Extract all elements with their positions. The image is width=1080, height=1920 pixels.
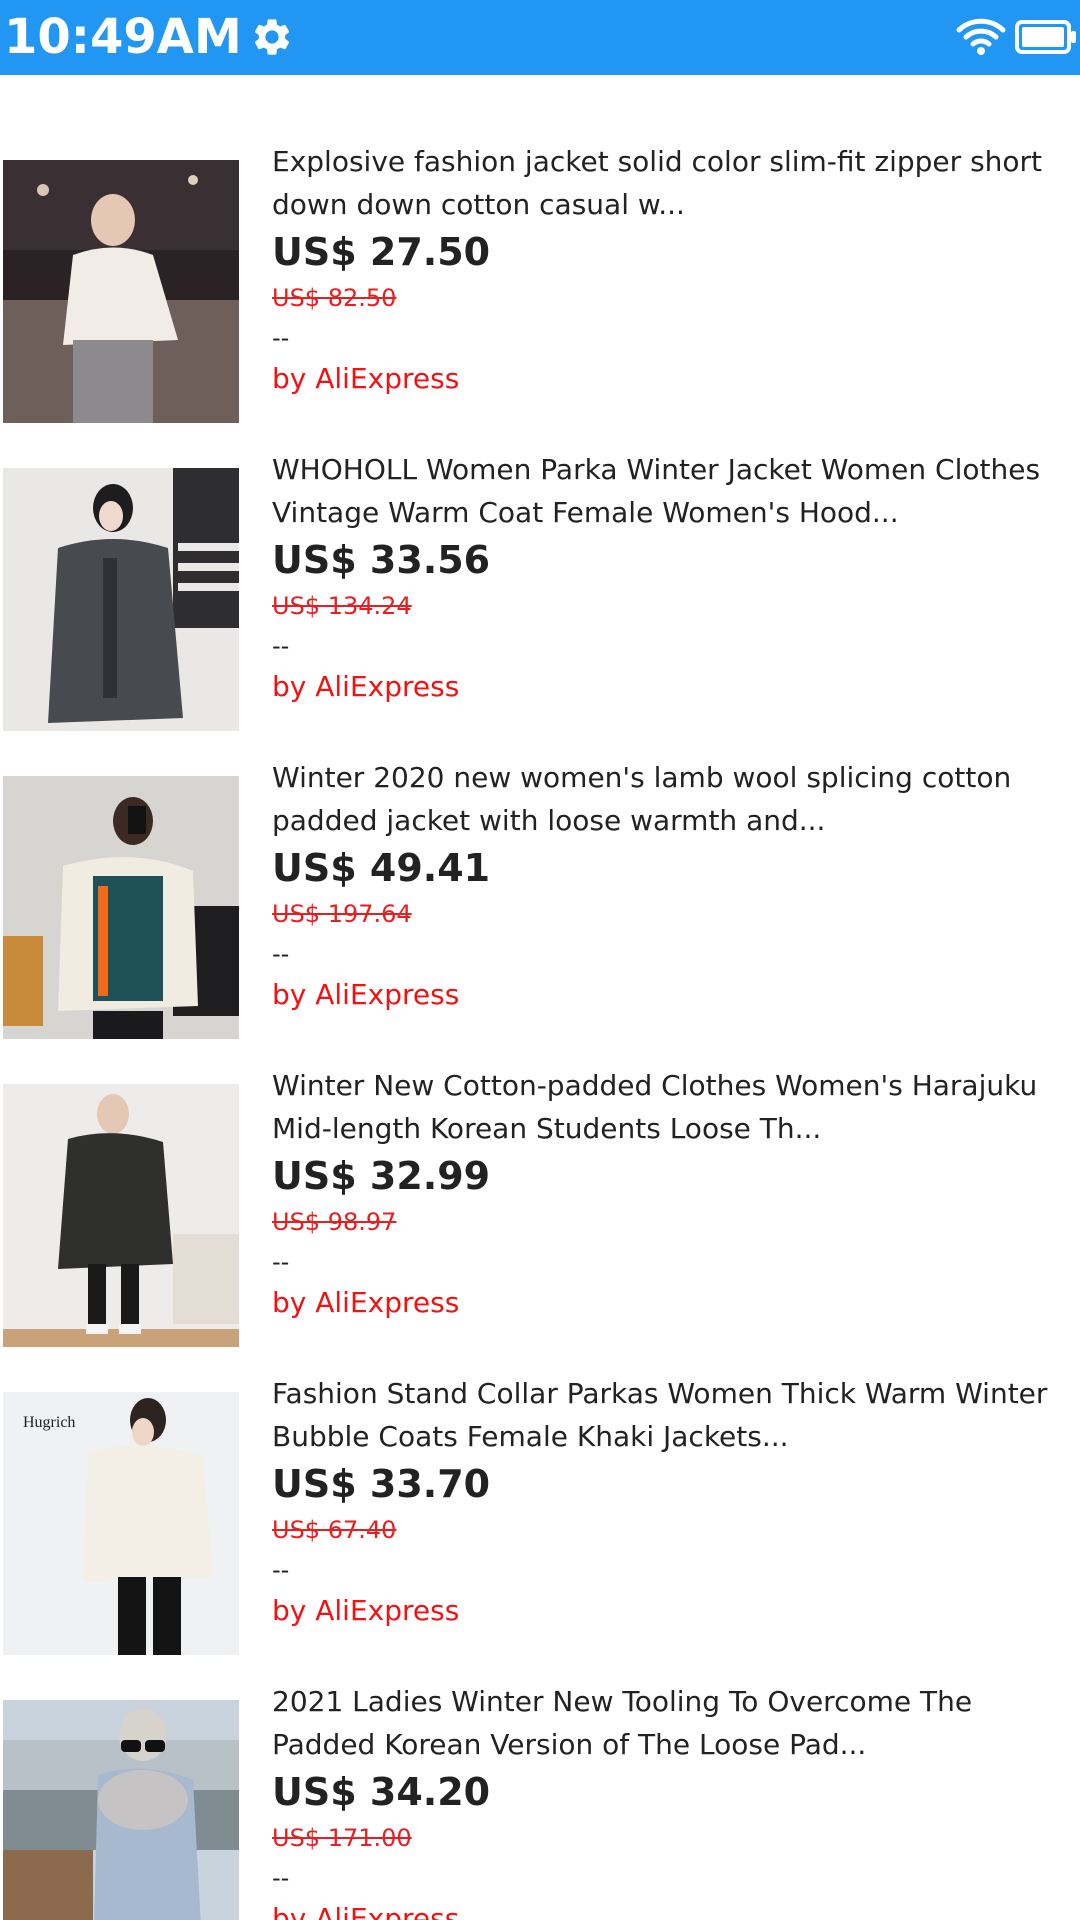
product-image[interactable] bbox=[3, 1700, 239, 1920]
product-placeholder: -- bbox=[272, 632, 290, 660]
product-item[interactable]: Explosive fashion jacket solid color sli… bbox=[0, 75, 1080, 423]
product-placeholder: -- bbox=[272, 1556, 290, 1584]
product-price: US$ 32.99 bbox=[272, 1154, 491, 1198]
product-price: US$ 33.56 bbox=[272, 538, 491, 582]
wifi-icon bbox=[956, 18, 1006, 55]
product-price: US$ 34.20 bbox=[272, 1770, 491, 1814]
product-title[interactable]: Winter New Cotton-padded Clothes Women's… bbox=[272, 1064, 1080, 1150]
product-original-price: US$ 134.24 bbox=[272, 592, 412, 620]
battery-icon bbox=[1015, 20, 1076, 54]
product-placeholder: -- bbox=[272, 1248, 290, 1276]
product-price: US$ 33.70 bbox=[272, 1462, 491, 1506]
product-title[interactable]: WHOHOLL Women Parka Winter Jacket Women … bbox=[272, 448, 1080, 534]
image-watermark: Hugrich bbox=[23, 1414, 75, 1431]
product-price: US$ 27.50 bbox=[272, 230, 491, 274]
product-original-price: US$ 67.40 bbox=[272, 1516, 397, 1544]
product-item[interactable]: 2021 Ladies Winter New Tooling To Overco… bbox=[0, 1615, 1080, 1920]
product-original-price: US$ 98.97 bbox=[272, 1208, 397, 1236]
product-title[interactable]: Winter 2020 new women's lamb wool splici… bbox=[272, 756, 1080, 842]
status-bar: 10:49AM bbox=[0, 0, 1080, 75]
product-title[interactable]: Fashion Stand Collar Parkas Women Thick … bbox=[272, 1372, 1080, 1458]
product-placeholder: -- bbox=[272, 940, 290, 968]
product-original-price: US$ 171.00 bbox=[272, 1824, 412, 1852]
gear-icon bbox=[254, 19, 290, 55]
product-original-price: US$ 197.64 bbox=[272, 900, 412, 928]
product-seller: by AliExpress bbox=[272, 1902, 460, 1920]
product-item[interactable]: Hugrich Fashion Stand Collar Parkas Wome… bbox=[0, 1307, 1080, 1655]
product-price: US$ 49.41 bbox=[272, 846, 491, 890]
product-placeholder: -- bbox=[272, 324, 290, 352]
product-item[interactable]: WHOHOLL Women Parka Winter Jacket Women … bbox=[0, 383, 1080, 731]
product-title[interactable]: 2021 Ladies Winter New Tooling To Overco… bbox=[272, 1680, 1080, 1766]
product-item[interactable]: Winter New Cotton-padded Clothes Women's… bbox=[0, 999, 1080, 1347]
product-original-price: US$ 82.50 bbox=[272, 284, 397, 312]
status-time: 10:49AM bbox=[4, 9, 242, 65]
product-item[interactable]: Winter 2020 new women's lamb wool splici… bbox=[0, 691, 1080, 1039]
product-title[interactable]: Explosive fashion jacket solid color sli… bbox=[272, 140, 1080, 226]
product-placeholder: -- bbox=[272, 1864, 290, 1892]
